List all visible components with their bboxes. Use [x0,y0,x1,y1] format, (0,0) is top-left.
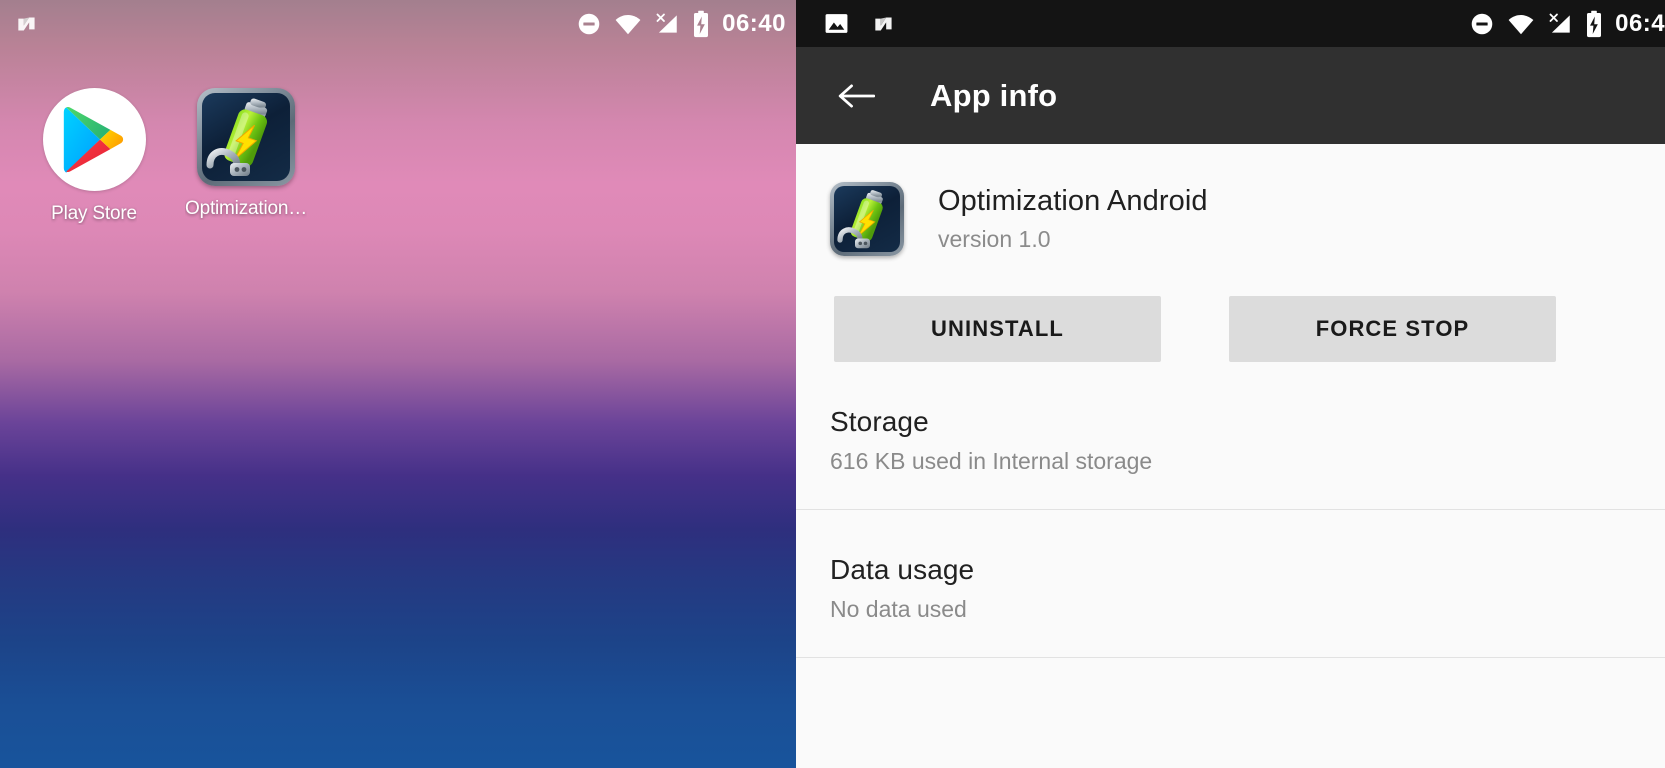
page-title: App info [930,77,1058,113]
app-header: Optimization Android version 1.0 [796,144,1665,256]
screenshot-root: 06:40 Play Store Optimization… 06:4 App … [0,0,1665,768]
do-not-disturb-icon [576,11,602,37]
app-label: Optimization… [185,198,307,219]
app-bar: App info [796,47,1665,144]
status-bar-clock: 06:40 [1615,9,1665,37]
optimization-android-icon [830,182,904,256]
app-action-buttons: UNINSTALL FORCE STOP [796,256,1665,362]
status-bar-notifications [14,11,40,37]
app-icon-play-store[interactable]: Play Store [18,88,170,225]
app-header-text: Optimization Android version 1.0 [938,182,1208,253]
screenshot-image-icon [824,11,849,36]
cellular-no-sim-icon [654,11,680,37]
home-screen-panel: 06:40 Play Store Optimization… [0,0,796,768]
app-icon-optimization-android[interactable]: Optimization… [170,88,322,225]
home-app-grid: Play Store Optimization… [0,88,322,225]
status-bar-system-icons: 06:40 [1469,10,1665,38]
status-bar-clock: 06:40 [722,9,786,37]
wifi-icon [614,11,642,37]
app-version: version 1.0 [938,226,1051,253]
back-arrow-icon[interactable] [830,70,882,122]
section-title: Storage [830,406,929,437]
app-info-status-bar: 06:40 [796,0,1665,47]
app-info-panel: 06:40 App info [796,0,1665,768]
app-name: Optimization Android [938,185,1208,217]
wifi-icon [1507,11,1535,37]
status-bar-system-icons: 06:40 [576,10,788,38]
section-subtitle: No data used [830,596,967,622]
data-usage-section[interactable]: Data usage No data used [796,510,1665,657]
uninstall-button[interactable]: UNINSTALL [834,296,1161,362]
android-n-logo-icon [14,11,40,37]
section-divider [796,657,1665,658]
storage-section[interactable]: Storage 616 KB used in Internal storage [796,362,1665,509]
play-store-icon [42,88,146,191]
section-title: Data usage [830,554,975,585]
optimization-android-icon [197,88,295,186]
battery-charging-icon [692,10,710,38]
battery-charging-icon [1585,10,1603,38]
home-status-bar: 06:40 [0,0,796,47]
app-label: Play Store [51,203,137,224]
status-bar-notifications [824,11,897,37]
cellular-no-sim-icon [1547,11,1573,37]
force-stop-button[interactable]: FORCE STOP [1229,296,1556,362]
do-not-disturb-icon [1469,11,1495,37]
section-subtitle: 616 KB used in Internal storage [830,448,1153,474]
android-n-logo-icon [871,11,897,37]
